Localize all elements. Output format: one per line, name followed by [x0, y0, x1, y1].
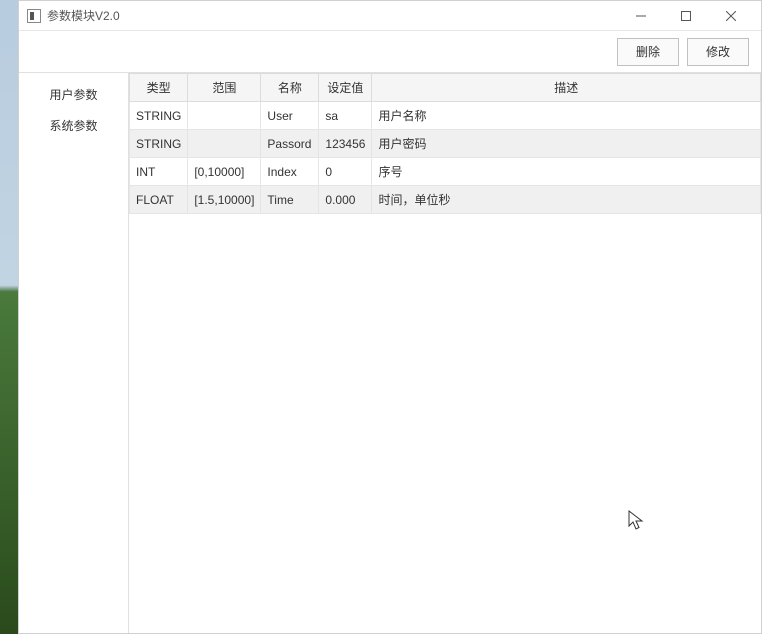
- cell-value: 123456: [319, 130, 372, 158]
- delete-button[interactable]: 删除: [617, 38, 679, 66]
- table-row[interactable]: FLOAT [1.5,10000] Time 0.000 时间，单位秒: [130, 186, 761, 214]
- cell-value: 0.000: [319, 186, 372, 214]
- window-title: 参数模块V2.0: [47, 7, 120, 24]
- cell-name: Time: [261, 186, 319, 214]
- cell-name: User: [261, 102, 319, 130]
- table-header-row: 类型 范围 名称 设定值 描述: [130, 74, 761, 102]
- header-type[interactable]: 类型: [130, 74, 188, 102]
- params-table: 类型 范围 名称 设定值 描述 STRING User sa 用户名称: [129, 73, 761, 214]
- titlebar: 参数模块V2.0: [19, 1, 761, 31]
- table-row[interactable]: INT [0,10000] Index 0 序号: [130, 158, 761, 186]
- cell-value: sa: [319, 102, 372, 130]
- minimize-icon: [636, 11, 646, 21]
- cell-desc: 用户名称: [372, 102, 761, 130]
- cell-desc: 序号: [372, 158, 761, 186]
- maximize-button[interactable]: [663, 1, 708, 30]
- sidebar-item-system-params[interactable]: 系统参数: [19, 110, 128, 141]
- cell-type: FLOAT: [130, 186, 188, 214]
- cell-range: [188, 130, 261, 158]
- close-icon: [726, 11, 736, 21]
- edit-button[interactable]: 修改: [687, 38, 749, 66]
- cell-desc: 用户密码: [372, 130, 761, 158]
- content-area: 用户参数 系统参数 类型 范围 名称 设定值 描述: [19, 73, 761, 633]
- table-row[interactable]: STRING User sa 用户名称: [130, 102, 761, 130]
- cell-desc: 时间，单位秒: [372, 186, 761, 214]
- header-value[interactable]: 设定值: [319, 74, 372, 102]
- app-window: 参数模块V2.0 删除 修改 用户参数 系统参数: [18, 0, 762, 634]
- sidebar-item-user-params[interactable]: 用户参数: [19, 79, 128, 110]
- header-name[interactable]: 名称: [261, 74, 319, 102]
- toolbar: 删除 修改: [19, 31, 761, 73]
- main-panel: 类型 范围 名称 设定值 描述 STRING User sa 用户名称: [129, 73, 761, 633]
- header-range[interactable]: 范围: [188, 74, 261, 102]
- sidebar: 用户参数 系统参数: [19, 73, 129, 633]
- cell-type: INT: [130, 158, 188, 186]
- cell-value: 0: [319, 158, 372, 186]
- cell-range: [1.5,10000]: [188, 186, 261, 214]
- minimize-button[interactable]: [618, 1, 663, 30]
- sidebar-item-label: 用户参数: [49, 88, 97, 102]
- app-icon: [27, 9, 41, 23]
- cell-range: [188, 102, 261, 130]
- sidebar-item-label: 系统参数: [49, 119, 97, 133]
- header-desc[interactable]: 描述: [372, 74, 761, 102]
- table-row[interactable]: STRING Passord 123456 用户密码: [130, 130, 761, 158]
- maximize-icon: [681, 11, 691, 21]
- window-controls: [618, 1, 753, 30]
- cell-range: [0,10000]: [188, 158, 261, 186]
- cell-name: Passord: [261, 130, 319, 158]
- close-button[interactable]: [708, 1, 753, 30]
- cell-type: STRING: [130, 130, 188, 158]
- cell-name: Index: [261, 158, 319, 186]
- cell-type: STRING: [130, 102, 188, 130]
